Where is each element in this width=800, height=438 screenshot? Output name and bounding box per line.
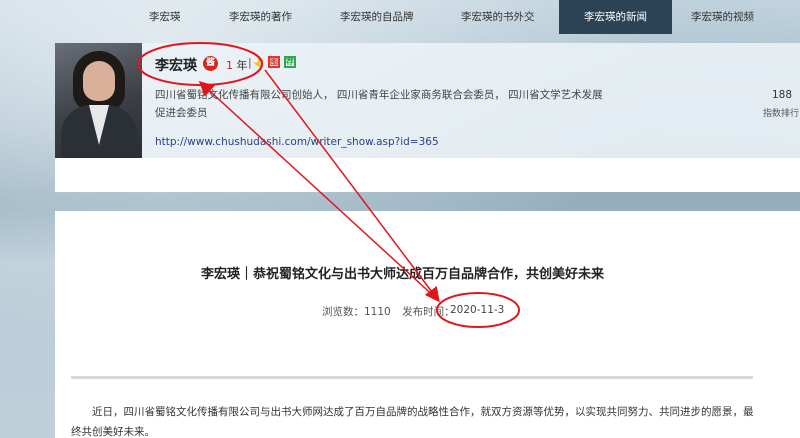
published-date: 2020-11-3	[450, 304, 505, 316]
author-link[interactable]: http://www.chushudashi.com/writer_show.a…	[155, 136, 439, 148]
divider	[71, 376, 753, 379]
member-years: 1 年	[226, 57, 248, 73]
profile-nav	[55, 158, 800, 192]
badge-icon: 酱	[203, 56, 218, 71]
avatar[interactable]	[55, 43, 142, 160]
recommend-icon: 荐	[284, 56, 296, 68]
tab-book-diplomacy[interactable]: 李宏瑛的书外交	[461, 0, 535, 34]
tab-home[interactable]: 李宏瑛	[149, 0, 181, 34]
certificate-icon: 图	[268, 56, 280, 68]
article-meta: 浏览数：1110 发布时间： 2020-11-3	[322, 304, 504, 319]
views-value: 1110	[364, 306, 391, 318]
author-name[interactable]: 李宏瑛	[155, 55, 197, 75]
years-unit: 年	[236, 59, 248, 72]
article-title: 李宏瑛｜恭祝蜀铭文化与出书大师达成百万自品牌合作，共创美好未来	[201, 267, 605, 282]
tab-videos[interactable]: 李宏瑛的视频	[691, 0, 754, 34]
rank-index-value: 188	[772, 89, 793, 101]
author-bio: 四川省蜀铭文化传播有限公司创始人， 四川省青年企业家商务联合会委员， 四川省文学…	[155, 89, 603, 119]
tab-self-brand[interactable]: 李宏瑛的自品牌	[340, 0, 414, 34]
tab-works[interactable]: 李宏瑛的著作	[229, 0, 292, 34]
tab-news[interactable]: 李宏瑛的新闻	[559, 0, 672, 34]
published-label: 发布时间：	[402, 306, 455, 318]
separator: |	[248, 56, 252, 69]
rank-index-label: 指数排行	[763, 109, 800, 119]
views-label: 浏览数：	[322, 306, 364, 318]
article-body: 近日，四川省蜀铭文化传播有限公司与出书大师网达成了百万自品牌的战略性合作，就双方…	[71, 406, 754, 438]
years-value: 1	[226, 59, 233, 72]
